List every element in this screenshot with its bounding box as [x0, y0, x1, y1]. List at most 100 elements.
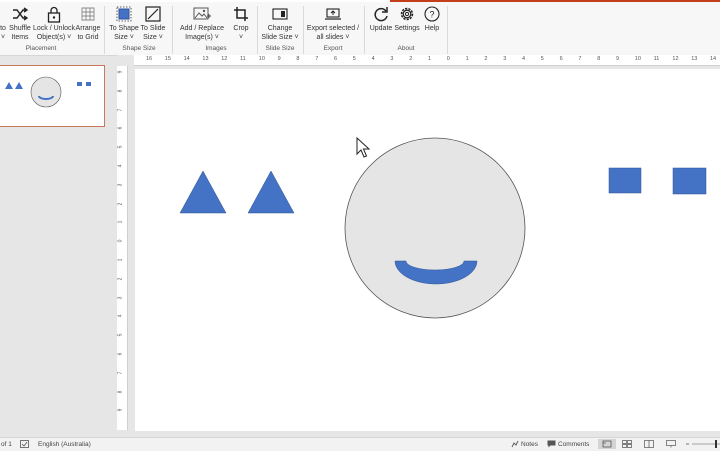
ruler-tick-label: 11: [240, 56, 246, 62]
slide-size-change-icon: [261, 4, 299, 24]
ruler-tick-label: 3: [503, 56, 507, 62]
group-divider: [364, 6, 365, 54]
button-label: Change: [267, 25, 293, 32]
ruler-tick-label: 8: [597, 56, 601, 62]
ruler-tick-label: 2: [117, 202, 124, 205]
shuffle-items-button[interactable]: Shuffle Items: [8, 4, 32, 42]
shuffle-icon: [8, 4, 32, 24]
button-sublabel: to Grid: [77, 34, 99, 41]
lock-icon: [33, 4, 75, 24]
help-button[interactable]: ? Help: [421, 4, 443, 33]
reading-view-icon[interactable]: [644, 440, 654, 450]
group-divider: [257, 6, 258, 54]
mouse-cursor-icon: [356, 137, 370, 158]
button-label: Arrange: [75, 25, 101, 32]
comments-button[interactable]: Comments: [558, 441, 589, 448]
ruler-tick-label: 4: [117, 315, 124, 318]
button-label: Settings: [394, 25, 420, 32]
svg-text:?: ?: [429, 10, 434, 20]
slideshow-icon[interactable]: [666, 440, 676, 450]
ribbon: to ˅ Shuffle Items Lock / Unlock Object(…: [0, 2, 720, 56]
slide-size-icon: [139, 4, 167, 24]
group-divider: [172, 6, 173, 54]
to-slide-size-button[interactable]: To Slide Size ˅: [139, 4, 167, 42]
ruler-tick-label: 5: [352, 56, 356, 62]
ruler-tick-label: 1: [117, 258, 124, 262]
ruler-tick-label: 9: [117, 70, 124, 74]
button-sublabel: Image(s) ˅: [185, 34, 219, 41]
horizontal-ruler: 16 15 14 13 12 11 10 9 8 7 6 5 4 3 2 1 0 1 2 3 4 5 6 7 8 9 10 11 12 1…: [134, 55, 720, 66]
ruler-tick-label: 6: [559, 56, 563, 62]
slide-sorter-icon[interactable]: [622, 440, 632, 450]
ruler-tick-label: 9: [277, 56, 281, 62]
change-slide-size-button[interactable]: Change Slide Size ˅: [261, 4, 299, 42]
update-button[interactable]: Update: [368, 4, 394, 33]
group-label-about: About: [397, 45, 415, 52]
ruler-tick-label: 9: [616, 56, 620, 62]
comments-icon: [547, 440, 556, 450]
ruler-tick-label: 1: [428, 56, 432, 62]
export-icon: [306, 4, 360, 24]
square-shape-2[interactable]: [672, 167, 707, 195]
settings-button[interactable]: Settings: [394, 4, 420, 33]
ruler-tick-label: 8: [117, 89, 124, 93]
ruler-tick-label: 7: [578, 56, 582, 62]
arrange-to-grid-button[interactable]: Arrange to Grid: [75, 4, 101, 42]
triangle-shape-1[interactable]: [179, 170, 227, 214]
group-label-slide-size: Slide Size: [265, 45, 295, 52]
ruler-tick-label: 0: [446, 56, 450, 62]
ruler-tick-label: 15: [164, 56, 171, 62]
ruler-tick-label: 10: [258, 56, 265, 62]
ruler-tick-label: 6: [334, 56, 338, 62]
square-shape-1[interactable]: [608, 167, 642, 194]
ruler-tick-label: 1: [117, 221, 124, 224]
button-label: Export selected /: [306, 25, 360, 32]
lock-unlock-button[interactable]: Lock / Unlock Object(s) ˅: [33, 4, 75, 42]
grid-icon: [75, 4, 101, 24]
button-sublabel: ˅: [238, 34, 244, 41]
vertical-ruler: 9 8 7 6 5 4 3 2 1 0 1 2 3 4 5 6 7 8 9: [117, 66, 128, 430]
button-sublabel: ˅: [0, 34, 6, 41]
button-sublabel: all slides ˅: [316, 34, 350, 41]
slide-thumbnail-pane: [0, 56, 116, 436]
ruler-tick-label: 0: [117, 239, 124, 243]
ruler-tick-label: 2: [117, 277, 124, 281]
zoom-slider[interactable]: [686, 439, 720, 451]
ruler-tick-label: 4: [117, 164, 124, 168]
slide-canvas[interactable]: [135, 69, 720, 431]
button-label: Lock / Unlock: [33, 25, 76, 32]
to-shape-size-button[interactable]: To Shape Size ˅: [109, 4, 139, 42]
button-label: Help: [424, 25, 440, 32]
ruler-corner: [117, 55, 134, 66]
ruler-tick-label: 3: [117, 183, 124, 187]
ruler-tick-label: 2: [409, 56, 413, 62]
group-label-shape-size: Shape Size: [122, 45, 156, 52]
group-divider: [303, 6, 304, 54]
face-circle-shape[interactable]: [344, 137, 526, 319]
ruler-tick-label: 1: [465, 56, 469, 62]
ruler-tick-label: 7: [117, 371, 124, 375]
slide-thumbnail-1[interactable]: [0, 65, 105, 127]
ruler-tick-label: 8: [117, 390, 124, 393]
ruler-tick-label: 14: [183, 56, 190, 62]
triangle-shape-2[interactable]: [247, 170, 295, 214]
ruler-tick-label: 5: [540, 56, 544, 62]
normal-view-button[interactable]: [598, 439, 616, 449]
notes-button[interactable]: Notes: [521, 441, 538, 448]
add-replace-images-button[interactable]: Add / Replace Image(s) ˅: [178, 4, 226, 42]
export-slides-button[interactable]: Export selected / all slides ˅: [306, 4, 360, 42]
ruler-tick-label: 8: [296, 56, 300, 62]
button-label: Add / Replace: [180, 25, 224, 32]
notes-icon: [511, 440, 519, 450]
ruler-tick-label: 6: [117, 127, 124, 130]
accessibility-icon[interactable]: [20, 440, 29, 450]
ruler-tick-label: 5: [117, 333, 124, 337]
help-icon: ?: [421, 4, 443, 24]
ruler-tick-label: 7: [117, 108, 124, 111]
language-indicator[interactable]: English (Australia): [38, 441, 91, 448]
ribbon-button-partial[interactable]: to ˅: [0, 4, 8, 42]
button-sublabel: Items: [11, 34, 29, 41]
ruler-tick-label: 6: [117, 352, 124, 356]
crop-button[interactable]: Crop ˅: [229, 4, 253, 42]
button-label: To Slide: [140, 25, 166, 32]
